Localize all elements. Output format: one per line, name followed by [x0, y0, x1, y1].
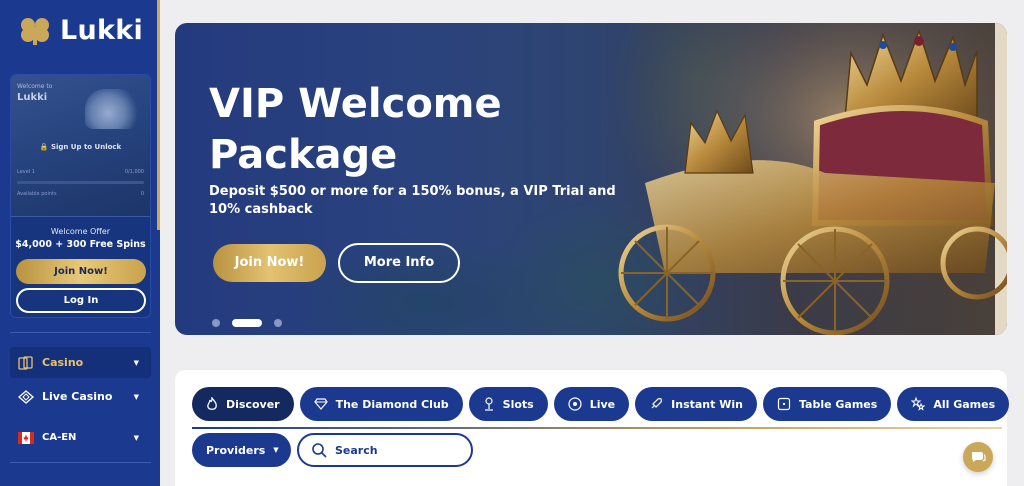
diamond-icon: [313, 398, 328, 410]
more-info-button[interactable]: More Info: [338, 243, 460, 283]
brand-logo[interactable]: Lukki: [16, 14, 143, 46]
diamond-icon: [18, 389, 34, 404]
royal-carriage-illustration: [605, 23, 1007, 335]
fire-icon: [207, 397, 217, 410]
sidebar-item-language[interactable]: CA-EN ▼: [10, 422, 151, 453]
sidebar: Lukki Welcome to Lukki 🔒 Sign Up to Unlo…: [0, 0, 160, 486]
tab-instant-win[interactable]: Instant Win: [635, 387, 757, 421]
sidebar-divider: [10, 462, 151, 463]
chevron-down-icon: ▼: [133, 433, 139, 442]
clover-icon: [21, 18, 49, 45]
sidebar-item-casino[interactable]: Casino ▼: [10, 347, 151, 378]
cards-icon: [18, 355, 33, 370]
banner-title: VIP Welcome Package: [209, 81, 502, 178]
providers-dropdown[interactable]: Providers ▼: [192, 433, 291, 467]
login-button[interactable]: Log In: [16, 288, 146, 313]
rocket-icon: [651, 398, 663, 409]
chevron-down-icon: ▼: [133, 358, 139, 367]
chat-icon: [972, 452, 986, 462]
section-divider: [192, 427, 1002, 429]
search-icon: [312, 443, 327, 458]
welcome-name: Lukki: [17, 92, 48, 103]
joystick-icon: [484, 397, 493, 411]
canada-flag-icon: [18, 431, 34, 444]
banner-join-button[interactable]: Join Now!: [213, 244, 326, 282]
sidebar-gold-edge: [157, 0, 160, 230]
tab-diamond-club[interactable]: The Diamond Club: [299, 387, 463, 421]
welcome-offer-label: Welcome Offer: [50, 227, 111, 236]
banner-description: Deposit $500 or more for a 150% bonus, a…: [209, 184, 616, 217]
unlock-text[interactable]: 🔒 Sign Up to Unlock: [11, 143, 150, 151]
available-points-row: Available points 0: [17, 191, 144, 197]
level-progress-bar: [17, 181, 144, 184]
search-placeholder: Search: [335, 443, 378, 457]
chevron-down-icon: ▼: [133, 392, 139, 401]
table-icon: [777, 397, 791, 411]
sidebar-divider: [10, 332, 151, 333]
tab-all-games[interactable]: All Games: [897, 387, 1010, 421]
welcome-offer-value: $4,000 + 300 Free Spins: [15, 239, 146, 250]
stars-icon: [911, 397, 926, 411]
welcome-image: Welcome to Lukki 🔒 Sign Up to Unlock Lev…: [11, 75, 150, 217]
game-category-tabs: Discover The Diamond Club Slots Live Ins…: [192, 387, 1010, 421]
chip-icon: [568, 397, 582, 411]
tab-live[interactable]: Live: [553, 387, 630, 421]
tab-discover[interactable]: Discover: [192, 387, 294, 421]
carousel-dots: [212, 319, 282, 327]
carousel-dot-active[interactable]: [232, 319, 262, 327]
games-section: Discover The Diamond Club Slots Live Ins…: [175, 370, 1010, 486]
lock-icon: 🔒: [39, 143, 49, 151]
level-row: Level 1 0/1,000: [17, 169, 144, 175]
promo-banner[interactable]: VIP Welcome Package Deposit $500 or more…: [175, 23, 1007, 335]
sidebar-join-button[interactable]: Join Now!: [16, 259, 146, 284]
chevron-down-icon: ▼: [273, 446, 279, 454]
welcome-small-label: Welcome to: [17, 83, 53, 90]
sidebar-item-live-casino[interactable]: Live Casino ▼: [10, 381, 151, 412]
chat-button[interactable]: [963, 442, 993, 472]
tab-table-games[interactable]: Table Games: [762, 387, 892, 421]
carousel-dot[interactable]: [212, 319, 220, 327]
tab-slots[interactable]: Slots: [468, 387, 548, 421]
carousel-dot[interactable]: [274, 319, 282, 327]
welcome-card: Welcome to Lukki 🔒 Sign Up to Unlock Lev…: [10, 74, 151, 318]
search-input[interactable]: Search: [297, 433, 473, 467]
brand-name: Lukki: [60, 14, 144, 46]
jetski-illustration: [85, 89, 143, 129]
